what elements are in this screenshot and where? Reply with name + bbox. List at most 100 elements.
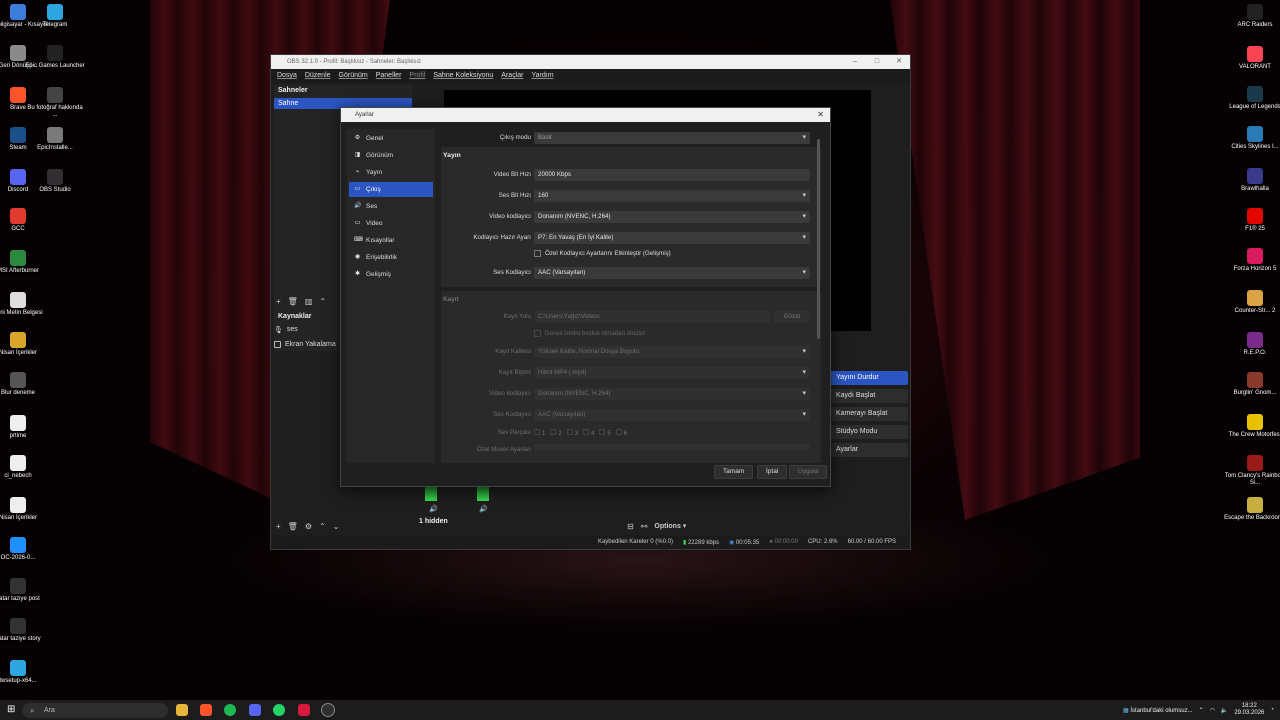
menu-tools[interactable]: Araçlar bbox=[497, 69, 527, 83]
desktop-icon[interactable]: The Crew Motorfest bbox=[1224, 414, 1280, 439]
checkbox-box[interactable] bbox=[534, 330, 541, 337]
settings-button[interactable]: Ayarlar bbox=[828, 443, 908, 457]
nav-item-8[interactable]: ◉ Erişebilirlik bbox=[349, 250, 433, 265]
video-bitrate-spinbox[interactable]: 20000 Kbps bbox=[534, 169, 810, 181]
desktop-icon[interactable]: Cities Skylines I... bbox=[1224, 126, 1280, 151]
desktop-icon[interactable]: Tom Clancy's Rainbow Si... bbox=[1224, 455, 1280, 487]
nav-item-7[interactable]: ⌨ Kısayollar bbox=[349, 233, 433, 248]
studio-mode-button[interactable]: Stüdyo Modu bbox=[828, 425, 908, 439]
settings-dialog[interactable]: Ayarlar ✕ ⚙ Genel ◨ Görünüm ⌁ Yayın ▭ Çıkış 🔊 Ses… bbox=[340, 107, 831, 487]
desktop-icon[interactable]: F1® 25 bbox=[1224, 208, 1280, 233]
arrow-down-icon[interactable]: ⌄ bbox=[333, 522, 340, 531]
gear-icon[interactable]: ⚙ bbox=[305, 522, 312, 531]
desktop-icon[interactable]: Blur deneme bbox=[0, 372, 49, 397]
close-icon[interactable]: ✕ bbox=[888, 55, 910, 69]
desktop-icon[interactable]: Epic Games Launcher bbox=[24, 45, 86, 70]
app-icon[interactable] bbox=[298, 704, 310, 716]
browse-button[interactable]: Gözat bbox=[774, 311, 810, 323]
obs-taskbar-icon[interactable] bbox=[321, 703, 335, 717]
audio-track-checkbox[interactable]: 5 bbox=[599, 429, 611, 437]
add-icon[interactable]: + bbox=[276, 522, 281, 531]
rec-video-encoder-select[interactable]: Donanım (NVENC, H.264) bbox=[534, 388, 810, 400]
start-virtual-camera-button[interactable]: Kamerayı Başlat bbox=[828, 407, 908, 421]
spotify-icon[interactable] bbox=[224, 704, 236, 716]
wifi-icon[interactable]: ◠ bbox=[1210, 707, 1215, 714]
trash-icon[interactable]: 🗑 bbox=[288, 297, 298, 306]
filter-icon[interactable]: ▥ bbox=[305, 297, 313, 306]
menu-docks[interactable]: Paneller bbox=[372, 69, 406, 83]
desktop-icon[interactable]: Counter-Str... 2 bbox=[1224, 290, 1280, 315]
desktop-icon[interactable]: Forza Horizon 5 bbox=[1224, 248, 1280, 273]
rec-audio-encoder-select[interactable]: AAC (Varsayılan) bbox=[534, 409, 810, 421]
taskbar-search[interactable]: ⌕ Ara bbox=[22, 703, 168, 718]
settings-titlebar[interactable]: Ayarlar ✕ bbox=[341, 108, 830, 122]
menu-help[interactable]: Yardım bbox=[527, 69, 557, 83]
nav-item-9[interactable]: ✱ Gelişmiş bbox=[349, 267, 433, 282]
output-mode-select[interactable]: Basit bbox=[534, 132, 810, 144]
audio-bitrate-select[interactable]: 160 bbox=[534, 190, 810, 202]
desktop-icon[interactable]: EpicInstalle... bbox=[24, 127, 86, 152]
desktop-icon[interactable]: MSI Afterburner bbox=[0, 250, 49, 275]
desktop-icon[interactable]: GCC bbox=[0, 208, 49, 233]
encoder-preset-select[interactable]: P7: En Yavaş (En İyi Kalite) bbox=[534, 232, 810, 244]
checkbox-box[interactable] bbox=[534, 250, 541, 257]
speaker-icon[interactable]: 🔊 bbox=[479, 505, 488, 513]
notification-icon[interactable]: ◔ bbox=[1270, 707, 1274, 713]
checkbox-box[interactable] bbox=[615, 429, 622, 435]
arrow-up-icon[interactable]: ⌃ bbox=[319, 522, 326, 531]
trash-icon[interactable]: 🗑 bbox=[288, 522, 298, 531]
desktop-icon[interactable]: R.E.P.O. bbox=[1224, 332, 1280, 357]
audio-track-checkbox[interactable]: 2 bbox=[550, 429, 562, 437]
menu-edit[interactable]: Düzenle bbox=[301, 69, 335, 83]
desktop-icon[interactable]: Nisan İçerikler bbox=[0, 332, 49, 357]
recording-format-select[interactable]: Hibrit MP4 (.mp4) bbox=[534, 367, 810, 379]
menu-view[interactable]: Görünüm bbox=[335, 69, 372, 83]
close-icon[interactable]: ✕ bbox=[817, 108, 824, 122]
options-button[interactable]: Options ▾ bbox=[654, 522, 686, 530]
settings-scrollbar[interactable] bbox=[817, 139, 820, 339]
start-recording-button[interactable]: Kaydı Başlat bbox=[828, 389, 908, 403]
weather-widget[interactable]: ▦ İstanbul'daki olumsuz... bbox=[1123, 707, 1193, 714]
source-item-display[interactable]: Ekran Yakalama bbox=[274, 337, 342, 352]
recording-quality-select[interactable]: Yüksek Kalite, Normal Dosya Boyutu bbox=[534, 346, 810, 358]
stop-stream-button[interactable]: Yayını Durdur bbox=[828, 371, 908, 385]
desktop-icon[interactable]: OC-2026-0... bbox=[0, 537, 49, 562]
apply-button[interactable]: Uygula bbox=[789, 465, 828, 479]
recording-path-input[interactable]: C:\Users\Yağız\Videos bbox=[534, 311, 770, 323]
menu-file[interactable]: Dosya bbox=[273, 69, 301, 83]
desktop-icon[interactable]: League of Legends bbox=[1224, 86, 1280, 111]
checkbox-box[interactable] bbox=[534, 429, 540, 435]
custom-encoder-checkbox[interactable]: Özel Kodlayıcı Ayarlarını Etkinleştir (G… bbox=[534, 250, 671, 257]
desktop-icon[interactable]: Bu fotoğraf hakkında ... bbox=[24, 87, 86, 119]
desktop-icon[interactable]: katar taziye story bbox=[0, 618, 49, 643]
brave-icon[interactable] bbox=[200, 704, 212, 716]
desktop-icon[interactable]: Escape the Backrooms bbox=[1224, 497, 1280, 522]
chevron-up-icon[interactable]: ⌃ bbox=[1199, 707, 1204, 714]
discord-icon[interactable] bbox=[249, 704, 261, 716]
source-item-audio[interactable]: 🎙 ses bbox=[274, 322, 342, 337]
checkbox-box[interactable] bbox=[583, 429, 590, 435]
link-icon[interactable]: ⚯ bbox=[641, 522, 648, 531]
layout-icon[interactable]: ⊟ bbox=[627, 522, 634, 531]
custom-muxer-input[interactable] bbox=[534, 444, 810, 450]
desktop-icon[interactable]: Yeni Metin Belgesi bbox=[0, 292, 49, 317]
audio-track-checkbox[interactable]: 1 bbox=[534, 429, 545, 437]
desktop-icon[interactable]: Brawlhalla bbox=[1224, 168, 1280, 193]
whatsapp-icon[interactable] bbox=[273, 704, 285, 716]
nav-item-2[interactable]: ◨ Görünüm bbox=[349, 148, 433, 163]
speaker-icon[interactable]: 🔊 bbox=[429, 505, 438, 513]
audio-encoder-select[interactable]: AAC (Varsayılan) bbox=[534, 267, 810, 279]
desktop-icon[interactable]: OBS Studio bbox=[24, 169, 86, 194]
arrow-up-icon[interactable]: ⌃ bbox=[319, 297, 326, 306]
desktop-icon[interactable]: Nisan İçerikler bbox=[0, 497, 49, 522]
checkbox-box[interactable] bbox=[550, 429, 557, 435]
desktop-icon[interactable]: katar taziye post bbox=[0, 578, 49, 603]
desktop-icon[interactable]: prtime bbox=[0, 415, 49, 440]
desktop-icon[interactable]: ci_nebech bbox=[0, 455, 49, 480]
menu-profile[interactable]: Profil bbox=[405, 69, 429, 83]
checkbox-box[interactable] bbox=[599, 429, 606, 435]
desktop-icon[interactable]: ARC Raiders bbox=[1224, 4, 1280, 29]
nav-item-5[interactable]: 🔊 Ses bbox=[349, 199, 433, 214]
nav-item-3[interactable]: ⌁ Yayın bbox=[349, 165, 433, 180]
desktop-icon[interactable]: Burglin' Gnom... bbox=[1224, 372, 1280, 397]
